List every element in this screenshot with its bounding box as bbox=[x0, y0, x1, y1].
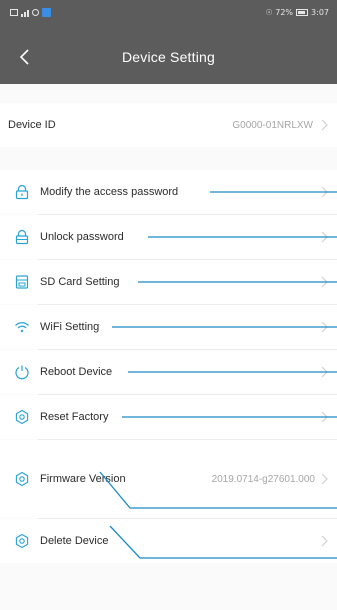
menu-item-label: WiFi Setting bbox=[40, 321, 100, 333]
status-bar: ☉ 72% 3:07 bbox=[0, 0, 337, 30]
sd-card-icon bbox=[15, 275, 29, 289]
menu-item-label: Modify the access password bbox=[40, 186, 179, 198]
menu-item-reboot[interactable]: Reboot Device bbox=[0, 350, 337, 394]
menu-item-modify-password[interactable]: Modify the access password bbox=[0, 170, 337, 214]
lock-icon bbox=[15, 184, 29, 200]
menu-item-delete-device[interactable]: Delete Device bbox=[0, 519, 337, 563]
app-icon bbox=[42, 8, 51, 17]
menu-item-label: Reset Factory bbox=[40, 411, 109, 423]
unlock-icon bbox=[15, 229, 29, 245]
page-title: Device Setting bbox=[121, 49, 216, 65]
reset-gear-icon bbox=[15, 409, 29, 425]
chevron-right-icon bbox=[321, 321, 328, 333]
chevron-right-icon bbox=[321, 366, 328, 378]
chevron-right-icon bbox=[321, 411, 328, 423]
chevron-right-icon bbox=[321, 473, 328, 485]
firmware-gear-icon bbox=[15, 471, 29, 487]
menu-item-unlock-password[interactable]: Unlock password bbox=[0, 215, 337, 259]
settings-icon bbox=[32, 9, 39, 16]
notification-icon bbox=[10, 9, 18, 16]
chevron-right-icon bbox=[321, 231, 328, 243]
menu-item-wifi[interactable]: WiFi Setting bbox=[0, 305, 337, 349]
power-icon bbox=[15, 365, 29, 380]
device-id-value: G0000-01NRLXW bbox=[232, 119, 313, 131]
menu-item-label: Firmware Version bbox=[40, 473, 126, 485]
status-time: 3:07 bbox=[311, 8, 329, 17]
chevron-right-icon bbox=[321, 535, 328, 547]
firmware-version-value: 2019.0714-g27601.000 bbox=[211, 473, 315, 485]
menu-item-firmware-version[interactable]: Firmware Version 2019.0714-g27601.000 bbox=[0, 440, 337, 518]
wifi-icon bbox=[15, 322, 29, 333]
status-left bbox=[10, 8, 51, 17]
battery-icon bbox=[296, 9, 309, 16]
menu-item-label: Unlock password bbox=[40, 231, 124, 243]
menu-item-sd-card[interactable]: SD Card Setting bbox=[0, 260, 337, 304]
menu-item-label: Delete Device bbox=[40, 535, 109, 547]
delete-gear-icon bbox=[15, 533, 29, 549]
menu-item-label: SD Card Setting bbox=[40, 276, 120, 288]
menu-item-label: Reboot Device bbox=[40, 366, 113, 378]
device-id-row[interactable]: Device ID G0000-01NRLXW bbox=[0, 103, 337, 147]
status-right: ☉ 72% 3:07 bbox=[266, 8, 329, 17]
signal-icon bbox=[21, 9, 29, 17]
chevron-right-icon bbox=[321, 119, 328, 131]
app-header: Device Setting bbox=[0, 30, 337, 84]
status-right-text: ☉ 72% bbox=[265, 8, 294, 17]
chevron-right-icon bbox=[321, 186, 328, 198]
chevron-right-icon bbox=[321, 276, 328, 288]
menu-item-reset-factory[interactable]: Reset Factory bbox=[0, 395, 337, 439]
device-id-label: Device ID bbox=[8, 119, 56, 131]
